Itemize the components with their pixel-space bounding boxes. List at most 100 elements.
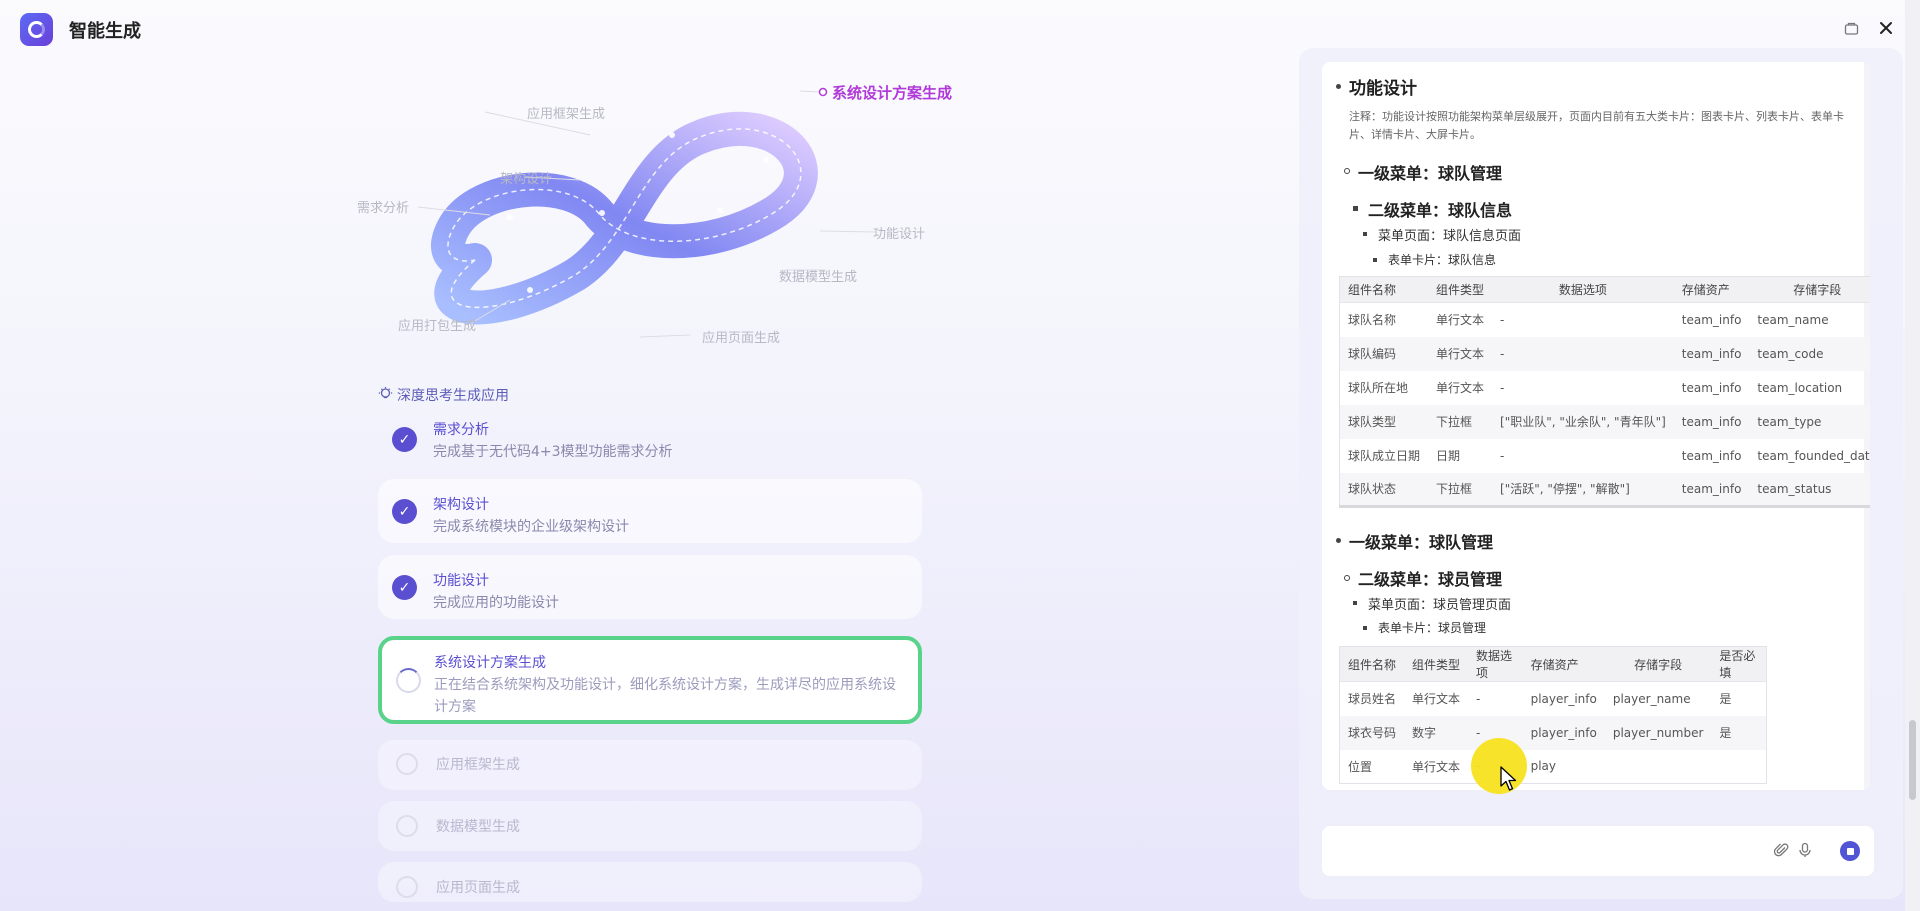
lightbulb-icon: [378, 386, 393, 405]
form-card-label: 表单卡片：球员管理: [1378, 621, 1487, 635]
step-framework[interactable]: 应用框架生成: [378, 740, 922, 790]
table-header: 存储资产: [1673, 276, 1750, 303]
steps-header-label: 深度思考生成应用: [397, 388, 509, 404]
section-note: 注释：功能设计按照功能架构菜单层级展开，页面内目前有五大类卡片：图表卡片、列表卡…: [1349, 110, 1844, 141]
step-datamodel[interactable]: 数据模型生成: [378, 801, 922, 851]
table-cell: 位置: [1348, 759, 1373, 774]
app-logo: [20, 13, 53, 46]
step-title: 需求分析: [433, 422, 489, 438]
step-pages[interactable]: 应用页面生成: [378, 862, 922, 902]
table-cell: team_info: [1681, 312, 1742, 327]
table-cell: player_info: [1522, 715, 1605, 750]
diagram-label-datamodel: 数据模型生成: [779, 270, 858, 285]
table-cell: -: [1500, 448, 1505, 463]
step-title: 功能设计: [433, 573, 489, 589]
step-architecture[interactable]: ✓ 架构设计 完成系统模块的企业级架构设计: [378, 479, 922, 543]
progress-diagram: 应用框架生成 架构设计 需求分析 功能设计 数据模型生成 应用打包生成 应用页面…: [330, 65, 970, 355]
table-cell: [1605, 750, 1712, 784]
table-cell: team_status: [1749, 472, 1870, 507]
table-cell: -: [1492, 336, 1674, 371]
table-cell: 球衣号码: [1339, 715, 1405, 750]
table-header: 组件名称: [1339, 276, 1429, 303]
table-row: 球队名称 单行文本 - team_info team_name: [1340, 303, 1871, 337]
step-title: 架构设计: [433, 497, 489, 513]
bullet: [1363, 232, 1367, 236]
table-cell: -: [1500, 312, 1505, 327]
diagram-label-requirements: 需求分析: [357, 201, 410, 216]
section-title: 功能设计: [1349, 79, 1417, 99]
table-cell: -: [1476, 691, 1481, 706]
table-cell: 球队所在地: [1348, 381, 1409, 395]
table-cell: team_type: [1749, 404, 1870, 439]
step-description: 完成系统模块的企业级架构设计: [433, 519, 629, 535]
table-header: 组件类型: [1428, 276, 1493, 303]
diagram-label-architecture: 架构设计: [500, 172, 553, 187]
step-title: 数据模型生成: [436, 819, 520, 835]
bullet: [1353, 601, 1357, 605]
table-cell: 球员姓名: [1348, 692, 1397, 707]
table-cell: team_info: [1681, 380, 1742, 395]
table-cell: 球队名称: [1348, 313, 1397, 328]
bullet: [1344, 575, 1350, 581]
table-cell: 球队编码: [1339, 336, 1429, 371]
pending-circle-icon: [396, 876, 418, 898]
table-cell: team_location: [1757, 380, 1843, 395]
scrollbar-thumb[interactable]: [1909, 720, 1916, 800]
microphone-icon[interactable]: [1797, 842, 1813, 862]
table-header: 存储字段: [1604, 646, 1712, 682]
menu-level2-heading: 二级菜单：球队信息: [1368, 201, 1513, 220]
step-description: 正在结合系统架构及功能设计，细化系统设计方案，生成详尽的应用系统设计方案: [434, 677, 896, 715]
bullet: [1336, 538, 1341, 543]
table-cell: player_number: [1604, 715, 1712, 750]
window-scrollbar[interactable]: [1905, 0, 1920, 911]
table-cell: 是: [1711, 715, 1767, 750]
table-cell: ["职业队", "业余队", "青年队"]: [1492, 404, 1674, 439]
step-description: 完成基于无代码4+3模型功能需求分析: [433, 444, 673, 460]
step-system-design[interactable]: 系统设计方案生成 正在结合系统架构及功能设计，细化系统设计方案，生成详尽的应用系…: [378, 636, 922, 724]
table-header: 数据选项: [1468, 646, 1523, 682]
design-document[interactable]: 功能设计 注释：功能设计按照功能架构菜单层级展开，页面内目前有五大类卡片：图表卡…: [1322, 62, 1870, 790]
table-cell: play: [1530, 759, 1557, 774]
bullet: [1353, 206, 1358, 211]
table-header: 存储资产: [1522, 646, 1605, 682]
player-table: 组件名称 组件类型 数据选项 存储资产 存储字段 是否必填 球员姓名 单行文本 - p…: [1339, 646, 1767, 784]
bullet: [1344, 168, 1350, 174]
stop-icon[interactable]: [1840, 841, 1860, 861]
check-icon: ✓: [392, 575, 417, 600]
cursor-highlight: [1471, 738, 1527, 794]
table-cell: 单行文本: [1436, 313, 1485, 328]
chat-input-box[interactable]: [1322, 826, 1874, 876]
table-row: 球队编码 单行文本 - team_info team_code: [1339, 336, 1870, 371]
table-cell: 单行文本: [1412, 759, 1461, 774]
chat-input[interactable]: [1336, 840, 1756, 862]
bullet: [1336, 84, 1341, 89]
close-icon[interactable]: [1875, 17, 1897, 39]
table-cell: 球队状态: [1339, 472, 1429, 507]
diagram-label-system: 系统设计方案生成: [832, 84, 953, 102]
table-row: 球员姓名 单行文本 - player_info player_name 是: [1340, 682, 1767, 716]
bullet: [1363, 626, 1367, 630]
table-cell: 球队成立日期: [1348, 449, 1421, 463]
steps-header: 深度思考生成应用: [378, 385, 509, 405]
table-row: 球队状态 下拉框 ["活跃", "停摆", "解散"] team_info team_s…: [1339, 472, 1870, 507]
bullet: [1373, 258, 1377, 262]
window-icon[interactable]: [1840, 17, 1862, 39]
table-cell: player_name: [1612, 691, 1691, 706]
table-header: 组件名称: [1339, 646, 1405, 682]
table-cell: 数字: [1404, 715, 1469, 750]
step-title: 应用页面生成: [436, 880, 520, 896]
table-row: 球队所在地 单行文本 - team_info team_location: [1340, 371, 1871, 405]
form-card-label: 表单卡片：球队信息: [1388, 253, 1497, 267]
table-header: 组件类型: [1404, 646, 1469, 682]
step-requirements[interactable]: ✓ 需求分析 完成基于无代码4+3模型功能需求分析: [378, 414, 922, 464]
menu-page-label: 菜单页面：球队信息页面: [1378, 229, 1522, 244]
table-cell: ["活跃", "停摆", "解散"]: [1492, 472, 1674, 507]
step-title: 应用框架生成: [436, 757, 520, 773]
table-header: 数据选项: [1492, 276, 1674, 303]
mouse-cursor-icon: [1500, 766, 1517, 791]
step-function[interactable]: ✓ 功能设计 完成应用的功能设计: [378, 555, 922, 619]
app-title: 智能生成: [69, 21, 141, 42]
table-cell: team_code: [1749, 336, 1870, 371]
menu-level1-heading: 一级菜单：球队管理: [1358, 164, 1503, 183]
paperclip-icon[interactable]: [1773, 842, 1790, 862]
